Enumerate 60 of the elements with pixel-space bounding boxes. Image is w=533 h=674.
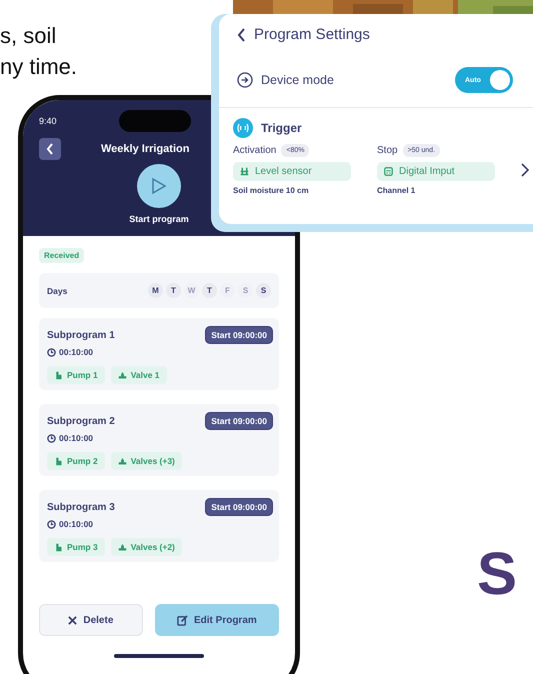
intro-text: s, soil [0,22,58,50]
settings-title: Program Settings [254,26,370,43]
close-icon [68,616,78,624]
sensor-detail: Channel 1 [377,186,416,195]
start-program-label: Start program [129,214,189,224]
chip-icon [384,167,393,176]
day-toggle[interactable]: S [256,283,271,298]
sensor-chip: Level sensor [233,162,351,181]
sensor-detail: Soil moisture 10 cm [233,186,310,195]
device-chip: Valves (+2) [110,538,182,556]
pump-icon [54,370,63,380]
device-chip: Pump 3 [47,538,105,556]
back-button[interactable] [39,138,61,160]
valve-icon [118,370,127,380]
device-chip: Pump 2 [47,452,105,470]
subprogram-name: Subprogram 1 [47,330,115,341]
delete-button[interactable]: Delete [39,604,143,636]
edit-icon [176,614,188,626]
clock-icon [47,520,56,528]
clock-icon [47,434,56,442]
play-button[interactable] [137,164,181,208]
device-mode-label: Device mode [261,73,335,87]
trigger-label: Stop [377,145,398,156]
status-badge: Received [39,248,84,263]
logo: S [477,544,518,604]
trigger-title: Trigger [261,121,302,135]
sensor-chip: Digital Imput [377,162,495,181]
signal-icon [233,118,253,138]
start-time-badge: Start 09:00:00 [205,412,273,430]
program-title: Weekly Irrigation [101,143,190,155]
pump-icon [54,456,63,466]
trigger-label: Activation [233,145,276,156]
back-icon[interactable] [237,28,246,42]
duration: 00:10:00 [59,347,94,357]
device-chip: Valve 1 [110,366,167,384]
chevron-right-icon[interactable] [521,162,529,176]
valve-icon [118,542,127,552]
start-time-badge: Start 09:00:00 [205,326,273,344]
valve-icon [118,456,127,466]
device-chip: Pump 1 [47,366,105,384]
clock-icon [47,348,56,356]
subprogram-name: Subprogram 3 [47,502,115,513]
day-toggle[interactable]: M [148,283,163,298]
intro-text: ny time. [0,53,78,81]
arrow-circle-icon [237,72,253,88]
day-toggle[interactable]: T [166,283,181,298]
pump-icon [54,542,63,552]
duration: 00:10:00 [59,433,94,443]
days-label: Days [47,286,68,296]
play-icon [151,177,167,195]
duration: 00:10:00 [59,519,94,529]
subprogram-name: Subprogram 2 [47,416,115,427]
status-time: 9:40 [39,116,57,126]
day-toggle[interactable]: T [202,283,217,298]
start-time-badge: Start 09:00:00 [205,498,273,516]
device-chip: Valves (+3) [110,452,182,470]
sensor-icon [240,167,249,176]
camera-notch [119,110,191,132]
edit-program-button[interactable]: Edit Program [154,604,279,636]
back-icon [46,143,54,155]
